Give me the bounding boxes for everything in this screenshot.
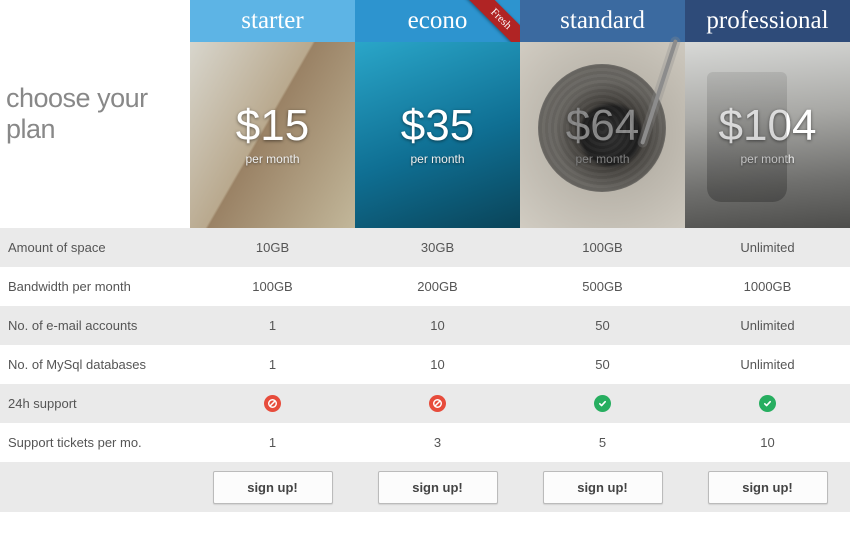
plan-image: $64 per month (520, 42, 685, 228)
feature-row: 24h support (0, 384, 850, 423)
feature-row: No. of e-mail accounts11050Unlimited (0, 306, 850, 345)
feature-cell: 500GB (520, 267, 685, 306)
plan-period: per month (245, 152, 299, 166)
feature-cell: Unlimited (685, 306, 850, 345)
feature-label: 24h support (0, 384, 190, 423)
feature-cell: 10GB (190, 228, 355, 267)
feature-row: No. of MySql databases11050Unlimited (0, 345, 850, 384)
plan-period: per month (410, 152, 464, 166)
feature-cell: 50 (520, 306, 685, 345)
plan-title: starter (190, 0, 355, 42)
no-icon (429, 395, 446, 412)
feature-cell: 3 (355, 423, 520, 462)
plan-price: $64 (566, 104, 639, 148)
plan-title: standard (520, 0, 685, 42)
feature-cell: 10 (355, 306, 520, 345)
signup-button-econo[interactable]: sign up! (378, 471, 498, 504)
pricing-table: choose your plan starter $15 per month e… (0, 0, 850, 512)
yes-icon (759, 395, 776, 412)
feature-cell (685, 384, 850, 423)
feature-row: Support tickets per mo.13510 (0, 423, 850, 462)
plan-title: professional (685, 0, 850, 42)
feature-cell: 1 (190, 345, 355, 384)
plan-head-standard: standard $64 per month (520, 0, 685, 228)
signup-button-professional[interactable]: sign up! (708, 471, 828, 504)
signup-button-starter[interactable]: sign up! (213, 471, 333, 504)
plan-price: $104 (719, 104, 817, 148)
feature-cell: 1 (190, 423, 355, 462)
plan-price: $15 (236, 104, 309, 148)
feature-row: Amount of space10GB30GB100GBUnlimited (0, 228, 850, 267)
plan-head-econo: econo Fresh $35 per month (355, 0, 520, 228)
plan-image: $104 per month (685, 42, 850, 228)
feature-cell (355, 384, 520, 423)
feature-cell: 1 (190, 306, 355, 345)
plan-price: $35 (401, 104, 474, 148)
feature-label: Support tickets per mo. (0, 423, 190, 462)
feature-label: Bandwidth per month (0, 267, 190, 306)
plan-image: $15 per month (190, 42, 355, 228)
feature-cell: 50 (520, 345, 685, 384)
header-row: choose your plan starter $15 per month e… (0, 0, 850, 228)
feature-cell: Unlimited (685, 345, 850, 384)
no-icon (264, 395, 281, 412)
feature-cell: 30GB (355, 228, 520, 267)
plan-image: $35 per month (355, 42, 520, 228)
signup-button-standard[interactable]: sign up! (543, 471, 663, 504)
feature-cell: 100GB (520, 228, 685, 267)
feature-cell: 100GB (190, 267, 355, 306)
feature-cell: 10 (355, 345, 520, 384)
feature-label: No. of MySql databases (0, 345, 190, 384)
feature-cell: Unlimited (685, 228, 850, 267)
feature-label: Amount of space (0, 228, 190, 267)
feature-cell: 200GB (355, 267, 520, 306)
plan-head-starter: starter $15 per month (190, 0, 355, 228)
plan-head-professional: professional $104 per month (685, 0, 850, 228)
signup-row: sign up! sign up! sign up! sign up! (0, 462, 850, 512)
feature-label: No. of e-mail accounts (0, 306, 190, 345)
feature-cell (190, 384, 355, 423)
plan-period: per month (740, 152, 794, 166)
plan-period: per month (575, 152, 629, 166)
feature-row: Bandwidth per month100GB200GB500GB1000GB (0, 267, 850, 306)
feature-cell: 10 (685, 423, 850, 462)
yes-icon (594, 395, 611, 412)
choose-plan-heading: choose your plan (0, 0, 190, 228)
feature-cell: 1000GB (685, 267, 850, 306)
feature-cell: 5 (520, 423, 685, 462)
feature-cell (520, 384, 685, 423)
